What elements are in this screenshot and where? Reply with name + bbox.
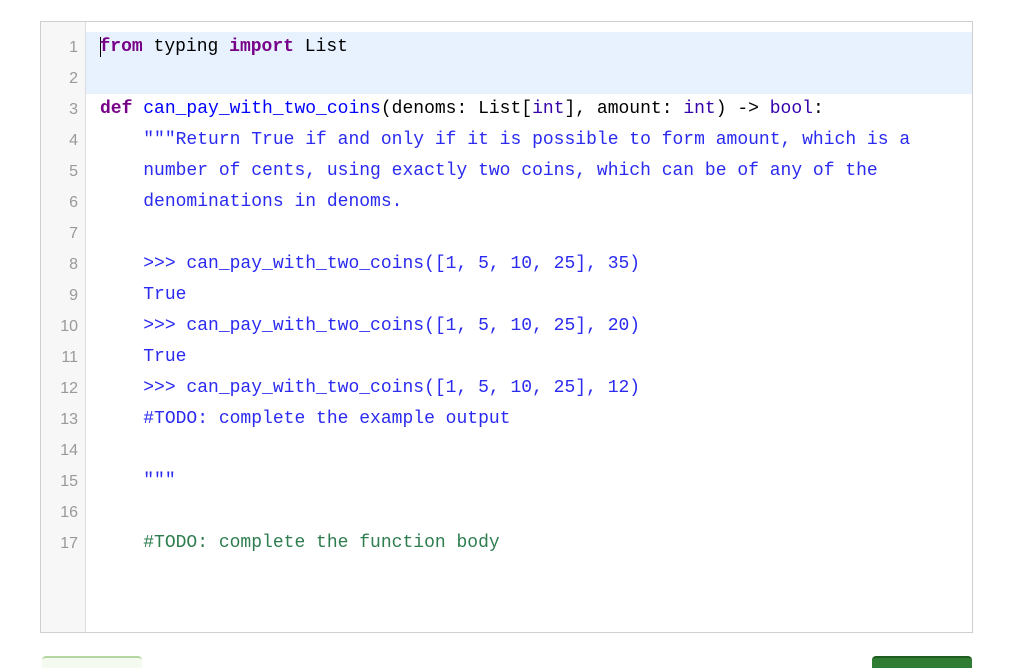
line-content[interactable]: ​ [100,218,972,249]
line-content[interactable]: denominations in denoms. [100,187,972,218]
line-number: 17 [60,535,78,552]
code-token: >>> can_pay_with_two_coins([1, 5, 10, 25… [100,254,641,274]
line-number: 6 [69,194,78,211]
code-token: : [812,99,824,119]
code-token: can_pay_with_two_coins [143,99,381,119]
code-token: import [229,37,294,57]
code-token: #TODO: complete the example output [100,409,511,429]
line-content[interactable]: True [100,342,972,373]
code-token: #TODO: complete the function body [100,533,500,553]
line-content[interactable]: >>> can_pay_with_two_coins([1, 5, 10, 25… [100,311,972,342]
code-token: bool [769,99,813,119]
line-content[interactable]: ​ [100,63,972,94]
line-number: 2 [69,70,78,87]
line-number: 11 [61,349,78,366]
code-line[interactable]: 13 #TODO: complete the example output [41,404,972,435]
line-number: 5 [69,163,78,180]
code-token: denominations in denoms. [100,192,403,212]
code-token: True [100,347,187,367]
line-number: 13 [60,411,78,428]
code-token: List [293,37,348,57]
code-token: True [100,285,187,305]
code-line[interactable]: 6 denominations in denoms. [41,187,972,218]
code-line[interactable]: 11 True [41,342,972,373]
line-number: 4 [69,132,78,149]
line-number: 3 [69,101,78,118]
line-number: 16 [60,504,78,521]
code-line[interactable]: 4 """Return True if and only if it is po… [41,125,972,156]
line-content[interactable]: """Return True if and only if it is poss… [100,125,972,156]
code-line[interactable]: 9 True [41,280,972,311]
code-token: def [100,99,133,119]
line-content[interactable]: """ [100,466,972,497]
line-number: 7 [69,225,78,242]
code-line[interactable]: 8 >>> can_pay_with_two_coins([1, 5, 10, … [41,249,972,280]
code-token: >>> can_pay_with_two_coins([1, 5, 10, 25… [100,378,641,398]
code-token: """Return True if and only if it is poss… [100,130,911,150]
line-content[interactable]: def can_pay_with_two_coins(denoms: List[… [100,94,972,125]
line-number: 10 [60,318,78,335]
code-line[interactable]: 17 #TODO: complete the function body [41,528,972,559]
line-content[interactable]: #TODO: complete the function body [100,528,972,559]
code-line[interactable]: 16 ​ [41,497,972,528]
code-line[interactable]: 10 >>> can_pay_with_two_coins([1, 5, 10,… [41,311,972,342]
code-line[interactable]: 2​ [41,63,972,94]
line-content[interactable]: number of cents, using exactly two coins… [100,156,972,187]
code-token: ], amount: [564,99,684,119]
line-content[interactable]: ​ [100,435,972,466]
line-content[interactable]: #TODO: complete the example output [100,404,972,435]
line-number: 14 [60,442,78,459]
primary-button[interactable] [872,656,972,668]
code-token: """ [100,471,176,491]
line-content[interactable]: from typing import List [100,32,972,63]
line-number: 9 [69,287,78,304]
code-line[interactable]: 14 ​ [41,435,972,466]
code-token: int [683,99,716,119]
code-line[interactable]: 5 number of cents, using exactly two coi… [41,156,972,187]
code-token: >>> can_pay_with_two_coins([1, 5, 10, 25… [100,316,641,336]
code-token: typing [142,37,230,57]
code-token: from [99,37,143,57]
code-line[interactable]: 15 """ [41,466,972,497]
secondary-button[interactable] [42,656,142,668]
code-token: number of cents, using exactly two coins… [100,161,878,181]
line-number: 8 [69,256,78,273]
code-token: int [532,99,565,119]
code-token: ) -> [715,99,770,119]
code-line[interactable]: 12 >>> can_pay_with_two_coins([1, 5, 10,… [41,373,972,404]
code-lines[interactable]: 1from typing import List2​3def can_pay_w… [41,32,972,559]
line-content[interactable]: >>> can_pay_with_two_coins([1, 5, 10, 25… [100,249,972,280]
code-line[interactable]: 7​ [41,218,972,249]
line-number: 1 [69,39,78,56]
line-content[interactable]: >>> can_pay_with_two_coins([1, 5, 10, 25… [100,373,972,404]
line-content[interactable]: True [100,280,972,311]
code-editor[interactable]: 1from typing import List2​3def can_pay_w… [40,21,973,633]
line-content[interactable]: ​ [100,497,972,528]
code-line[interactable]: 3 def can_pay_with_two_coins(denoms: List… [41,94,972,125]
code-token: (denoms: List[ [380,99,533,119]
line-number: 15 [60,473,78,490]
code-line[interactable]: 1 from typing import List [41,32,972,63]
line-number: 12 [60,380,78,397]
